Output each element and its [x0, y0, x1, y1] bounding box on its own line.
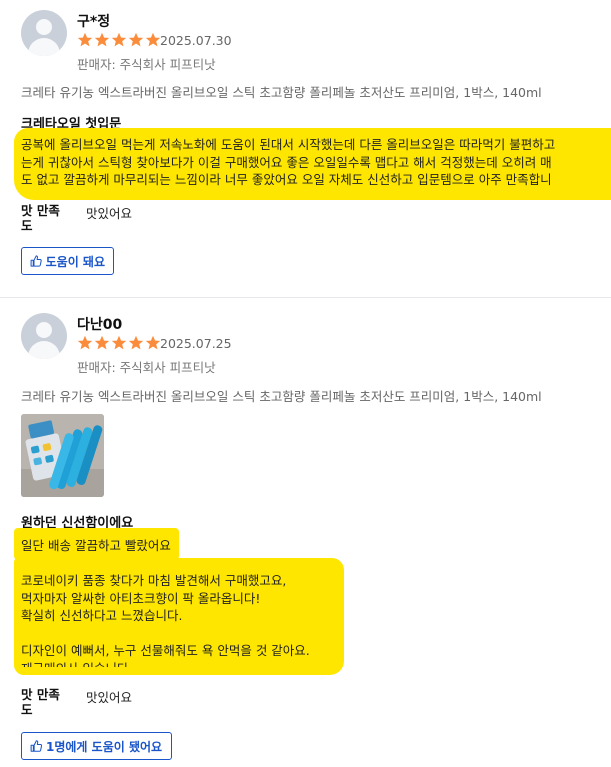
taste-satisfaction-label: 맛 만족도: [21, 203, 60, 233]
star-icon: [145, 335, 161, 350]
product-option: 크레타 유기농 엑스트라버진 올리브오일 스틱 초고함량 폴리페놀 초저산도 프…: [21, 85, 542, 100]
review-date: 2025.07.30: [160, 33, 232, 48]
star-icon: [111, 32, 127, 47]
star-icon: [111, 335, 127, 350]
thumbs-up-icon: [30, 740, 42, 752]
seller-info: 판매자: 주식회사 피프티낫: [77, 57, 216, 72]
reviewer-name: 다난00: [77, 317, 123, 333]
helpful-label: 도움이 돼요: [45, 254, 105, 269]
user-avatar-icon: [36, 322, 52, 338]
avatar: [21, 313, 67, 359]
reviewer-name: 구*정: [77, 14, 111, 30]
star-icon: [94, 32, 110, 47]
star-icon: [128, 335, 144, 350]
avatar: [21, 10, 67, 56]
star-rating: [77, 335, 161, 351]
star-icon: [128, 32, 144, 47]
review-date: 2025.07.25: [160, 336, 232, 351]
star-rating: [77, 32, 161, 48]
product-photo-image: [21, 414, 104, 497]
helpful-label: 1명에게 도움이 됐어요: [46, 739, 163, 754]
helpful-button[interactable]: 1명에게 도움이 됐어요: [21, 732, 172, 760]
thumbs-up-icon: [30, 255, 42, 267]
review-photo[interactable]: [21, 414, 104, 497]
seller-info: 판매자: 주식회사 피프티낫: [77, 360, 216, 375]
review-text: 공복에 올리브오일 먹는게 저속노화에 도움이 된대서 시작했는데 다른 올리브…: [21, 137, 556, 187]
user-avatar-icon: [36, 19, 52, 35]
taste-satisfaction-label: 맛 만족도: [21, 687, 60, 717]
star-icon: [145, 32, 161, 47]
star-icon: [77, 335, 93, 350]
taste-satisfaction-value: 맛있어요: [86, 206, 133, 221]
review-text: 일단 배송 깔끔하고 빨랐어요 코로네이키 품종 찾다가 마침 발견해서 구매했…: [21, 538, 310, 667]
helpful-button[interactable]: 도움이 돼요: [21, 247, 114, 275]
review-divider: [0, 297, 611, 298]
taste-satisfaction-value: 맛있어요: [86, 690, 133, 705]
star-icon: [77, 32, 93, 47]
product-option: 크레타 유기농 엑스트라버진 올리브오일 스틱 초고함량 폴리페놀 초저산도 프…: [21, 389, 542, 404]
star-icon: [94, 335, 110, 350]
